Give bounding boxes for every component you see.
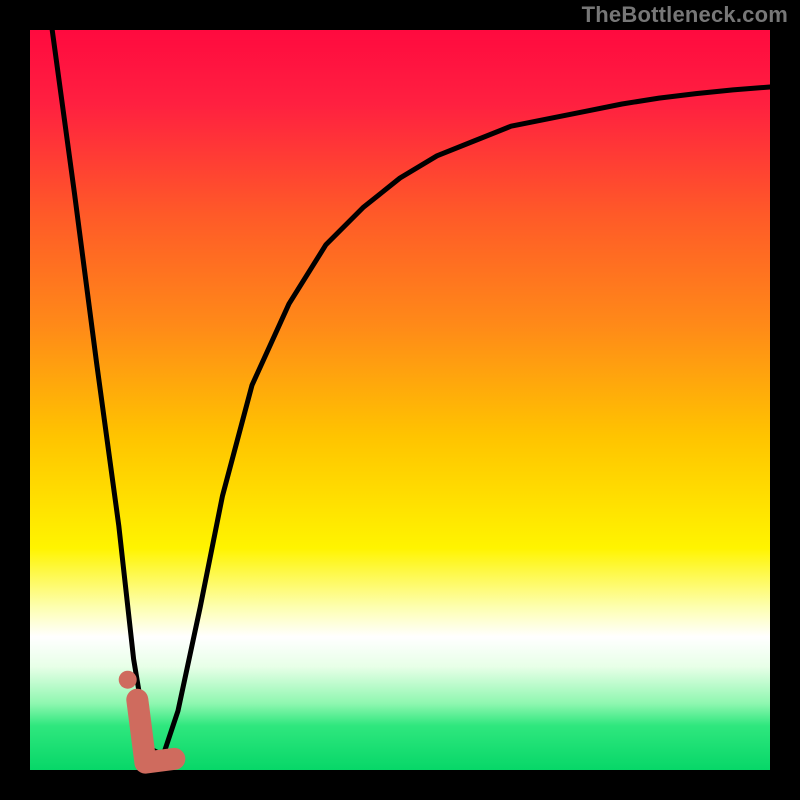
dot-marker	[119, 671, 137, 689]
gradient-background	[30, 30, 770, 770]
chart-stage: TheBottleneck.com	[0, 0, 800, 800]
bottleneck-plot	[0, 0, 800, 800]
watermark-text: TheBottleneck.com	[582, 2, 788, 28]
